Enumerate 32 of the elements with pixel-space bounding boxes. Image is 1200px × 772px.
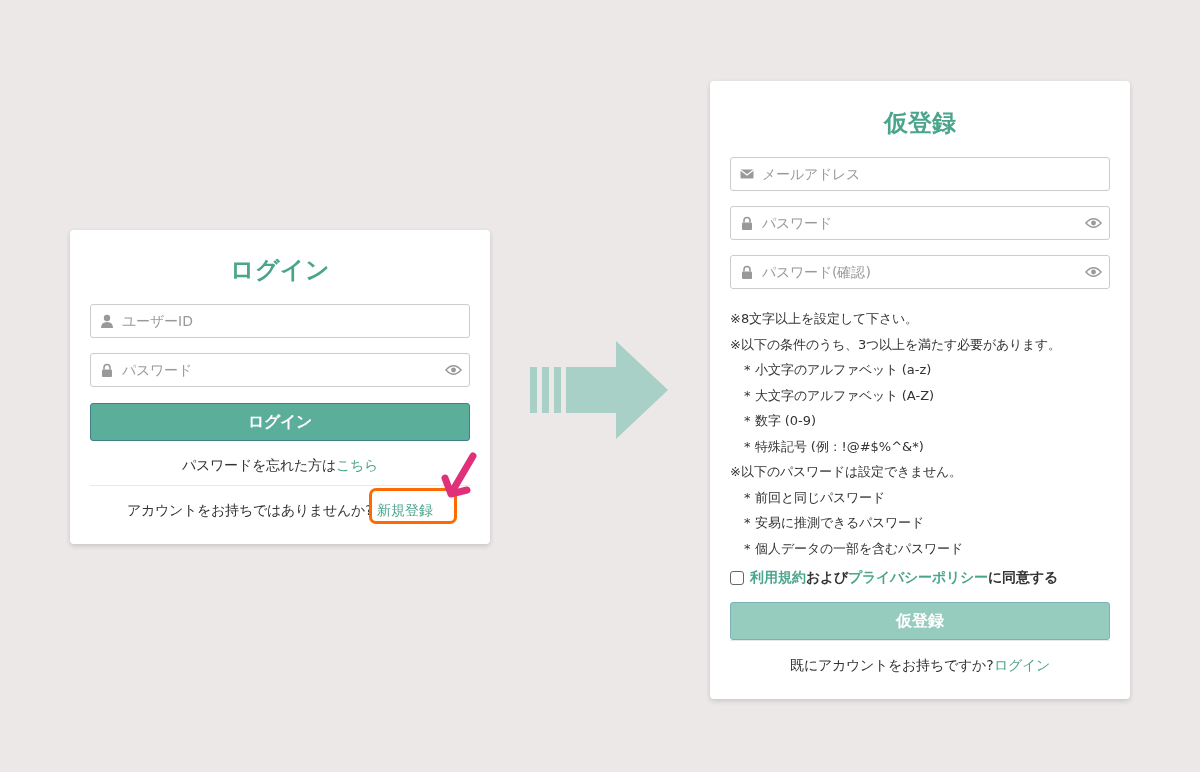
eye-icon[interactable] <box>445 364 462 376</box>
eye-icon[interactable] <box>1085 217 1102 229</box>
terms-link[interactable]: プライバシーポリシー <box>848 569 988 587</box>
agree-text: に同意する <box>988 569 1058 587</box>
input-field[interactable]: メールアドレス <box>730 157 1110 191</box>
eye-icon[interactable] <box>1085 266 1102 278</box>
login-prompt: 既にアカウントをお持ちですか? <box>790 657 994 673</box>
login-title: ログイン <box>229 255 331 286</box>
right-arrow-icon <box>530 341 668 439</box>
register-title: 仮登録 <box>882 108 957 139</box>
login-link[interactable]: ログイン <box>993 657 1050 673</box>
rule-item: * 前回と同じパスワード <box>743 488 886 507</box>
rule-item: * 小文字のアルファベット (a-z) <box>743 361 933 379</box>
terms-link[interactable]: 利用規約 <box>750 569 806 587</box>
rule-item: * 個人データの一部を含むパスワード <box>743 539 964 558</box>
rule-note: ※以下のパスワードは設定できません。 <box>730 463 963 481</box>
input-field[interactable]: パスワード(確認) <box>730 255 1110 289</box>
agree-text: および <box>806 569 848 587</box>
rule-item: * 安易に推測できるパスワード <box>743 514 925 532</box>
rule-note: ※以下の条件のうち、3つ以上を満たす必要があります。 <box>730 335 1063 354</box>
rule-note: ※8文字以上を設定して下さい。 <box>730 310 920 328</box>
input-field[interactable]: パスワード <box>730 206 1110 240</box>
forgot-text: パスワードを忘れた方は <box>182 457 336 473</box>
login-button[interactable]: ログイン <box>90 403 470 441</box>
signup-link[interactable]: 新規登録 <box>376 502 433 518</box>
input-field[interactable]: ユーザーID <box>90 304 470 338</box>
rule-item: * 特殊記号 (例 : !@#$%^&*) <box>743 437 925 456</box>
rule-item: * 大文字のアルファベット (A-Z) <box>743 386 936 405</box>
rule-item: * 数字 (0-9) <box>743 412 818 430</box>
forgot-link[interactable]: こちら <box>336 457 378 473</box>
agree-checkbox[interactable] <box>730 571 744 585</box>
input-field[interactable]: パスワード <box>90 353 470 387</box>
